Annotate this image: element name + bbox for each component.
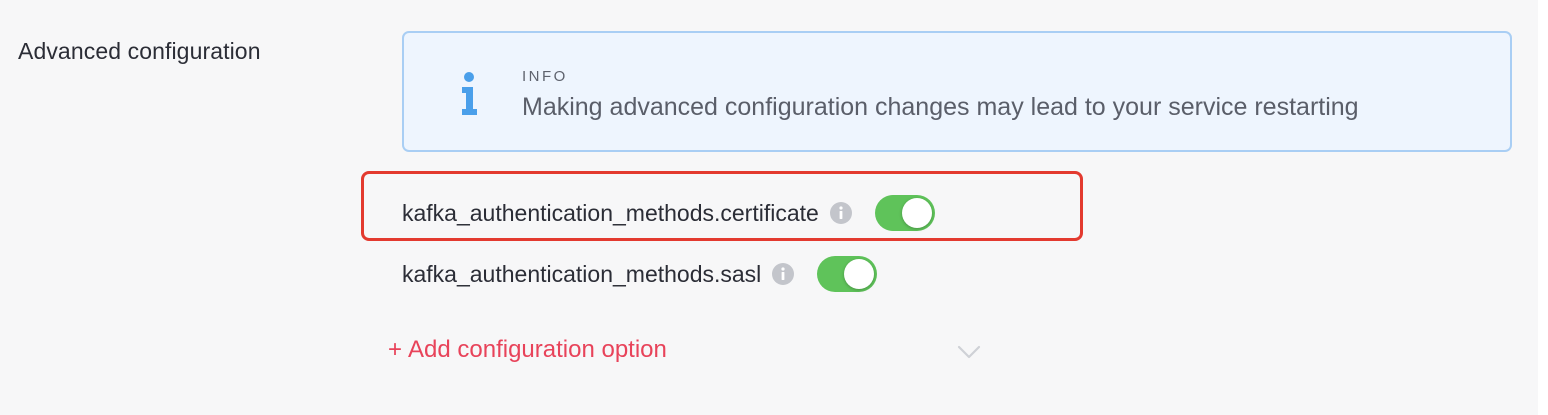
sasl-toggle[interactable] bbox=[817, 256, 878, 292]
option-label: kafka_authentication_methods.sasl bbox=[402, 260, 762, 287]
advanced-configuration-panel: Advanced configuration INFO Making advan… bbox=[0, 0, 1538, 415]
config-option-certificate: kafka_authentication_methods.certificate bbox=[402, 193, 935, 233]
info-message: Making advanced configuration changes ma… bbox=[522, 93, 1359, 121]
toggle-knob bbox=[901, 198, 932, 228]
toggle-knob bbox=[844, 259, 875, 289]
section-label: Advanced configuration bbox=[18, 38, 261, 64]
chevron-down-icon[interactable] bbox=[956, 344, 982, 360]
plus-icon: + bbox=[388, 336, 403, 363]
certificate-toggle[interactable] bbox=[874, 195, 935, 231]
config-option-sasl: kafka_authentication_methods.sasl bbox=[402, 254, 878, 294]
info-circle-icon[interactable] bbox=[829, 201, 853, 225]
add-configuration-option-button[interactable]: + Add configuration option bbox=[388, 336, 667, 364]
option-label: kafka_authentication_methods.certificate bbox=[402, 199, 819, 226]
info-banner: INFO Making advanced configuration chang… bbox=[402, 31, 1512, 152]
add-option-label: Add configuration option bbox=[408, 336, 667, 363]
info-title: INFO bbox=[522, 68, 568, 85]
info-icon bbox=[462, 72, 477, 115]
info-circle-icon[interactable] bbox=[771, 262, 795, 286]
